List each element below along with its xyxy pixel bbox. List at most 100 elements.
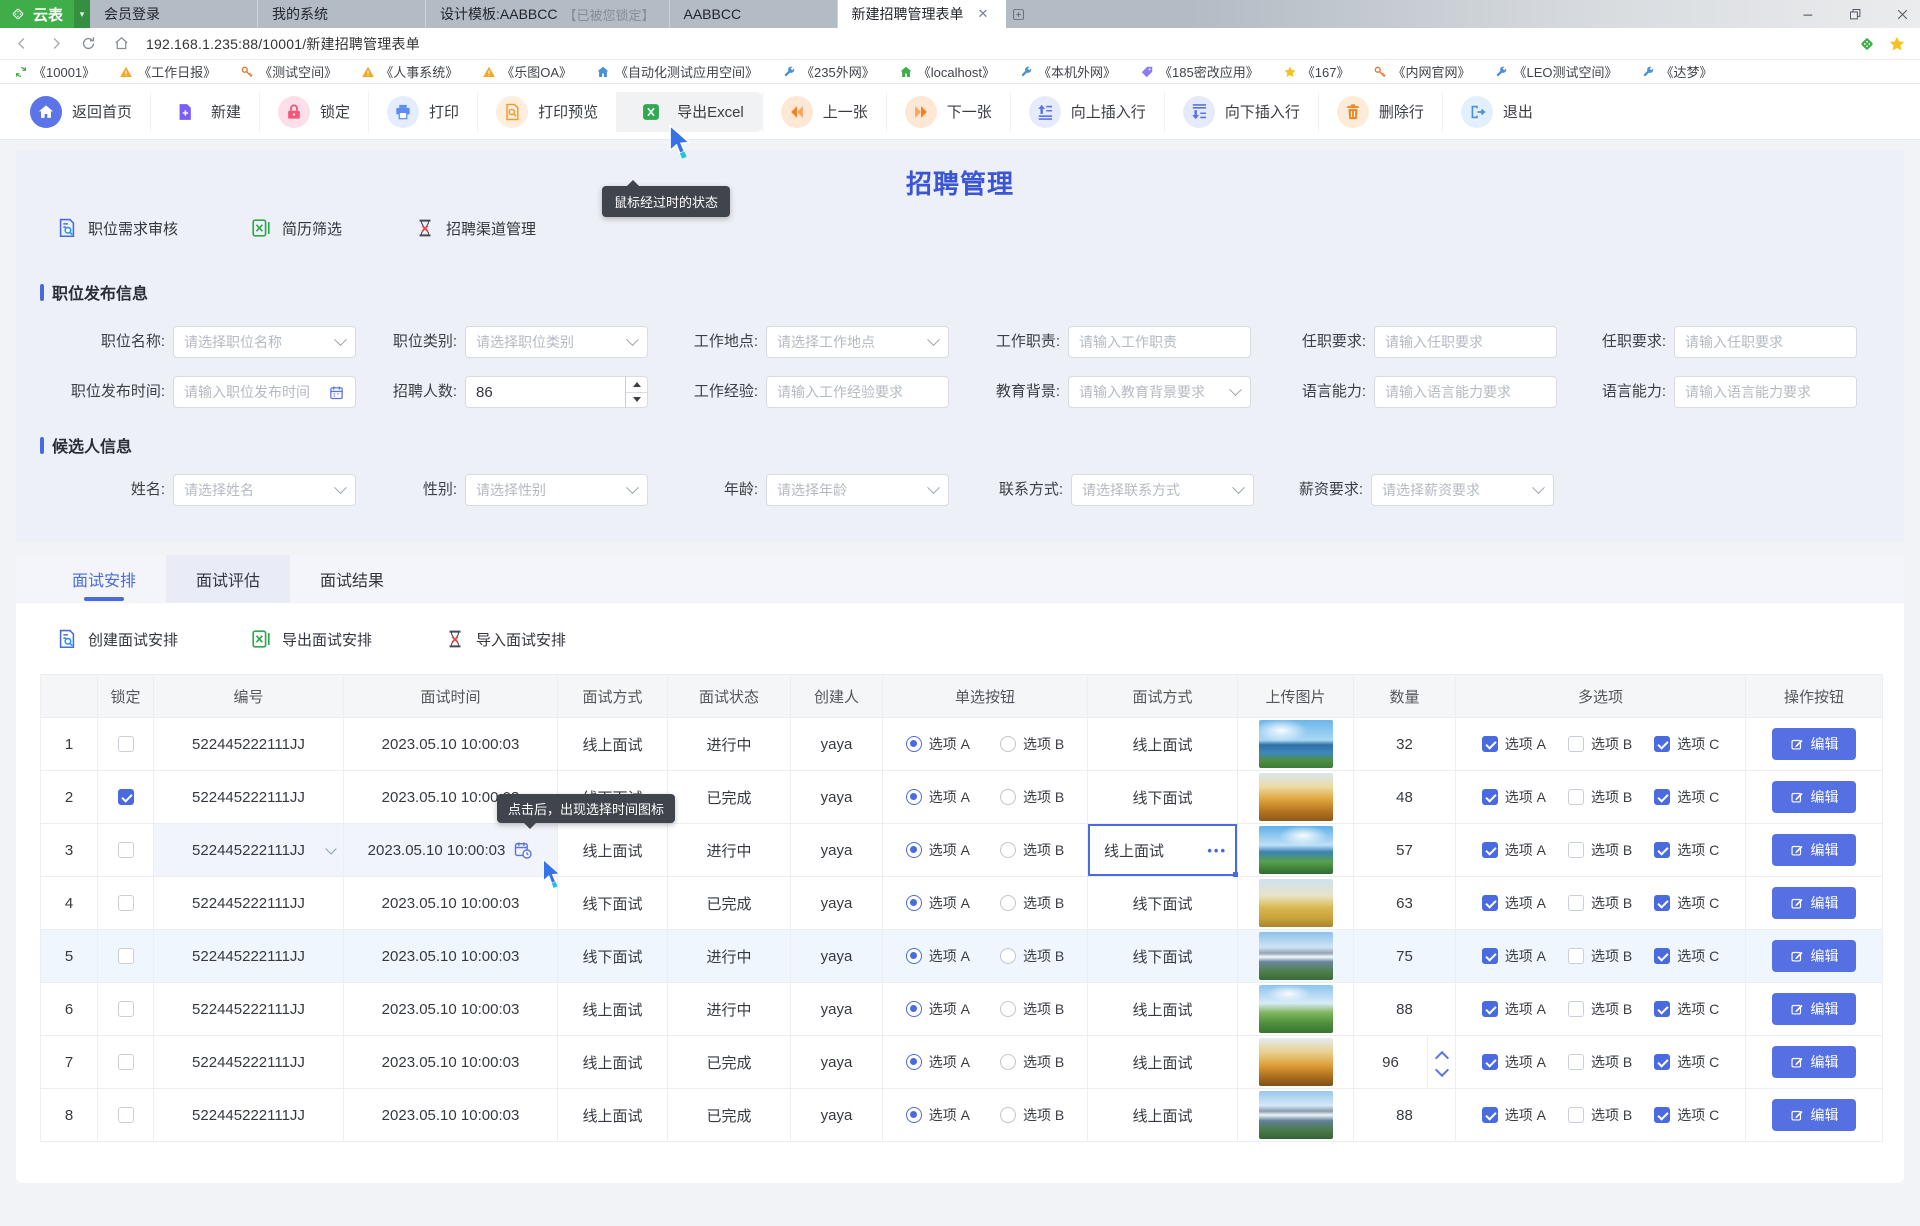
bookmark-item-7[interactable]: 《localhost》: [899, 62, 995, 81]
uploaded-image[interactable]: [1259, 826, 1333, 874]
toolbar-exit-button[interactable]: 退出: [1442, 92, 1551, 132]
checkbox-option-1[interactable]: 选项 B: [1568, 893, 1632, 913]
mode-cell[interactable]: 线上面试: [558, 824, 668, 877]
checkbox-option-1[interactable]: 选项 B: [1568, 734, 1632, 754]
interview-tab-0[interactable]: 面试安排: [42, 555, 166, 603]
checkbox-option-0[interactable]: 选项 A: [1482, 734, 1546, 754]
new-tab-button[interactable]: [1006, 0, 1032, 28]
checkbox-option-0[interactable]: 选项 A: [1482, 1105, 1546, 1125]
radio-option-0[interactable]: 选项 A: [906, 1105, 970, 1125]
checkbox-option-1[interactable]: 选项 B: [1568, 946, 1632, 966]
radio-option-0[interactable]: 选项 A: [906, 946, 970, 966]
toolbar-delete-row-button[interactable]: 删除行: [1318, 92, 1442, 132]
checkbox-option-2[interactable]: 选项 C: [1654, 734, 1719, 754]
code-cell[interactable]: 522445222111JJ: [154, 1036, 344, 1089]
qty-spinner[interactable]: [1427, 1036, 1455, 1088]
restore-icon[interactable]: [1848, 7, 1863, 22]
checkbox-option-2[interactable]: 选项 C: [1654, 840, 1719, 860]
checkbox-option-2[interactable]: 选项 C: [1654, 1105, 1719, 1125]
edit-button[interactable]: 编辑: [1772, 887, 1856, 919]
uploaded-image[interactable]: [1259, 985, 1333, 1033]
qty-cell[interactable]: 63: [1354, 877, 1456, 930]
mode2-cell[interactable]: 线上面试: [1088, 1036, 1238, 1089]
yunbiao-diamond-icon[interactable]: [1858, 35, 1876, 53]
bookmark-item-0[interactable]: 《10001》: [14, 62, 95, 81]
qty-cell[interactable]: 96: [1354, 1036, 1456, 1089]
qty-cell[interactable]: 88: [1354, 983, 1456, 1036]
bookmark-item-12[interactable]: 《LEO测试空间》: [1494, 62, 1617, 81]
radio-option-0[interactable]: 选项 A: [906, 840, 970, 860]
checkbox-option-1[interactable]: 选项 B: [1568, 1105, 1632, 1125]
radio-option-1[interactable]: 选项 B: [1000, 946, 1064, 966]
lock-checkbox[interactable]: [118, 1107, 134, 1123]
uploaded-image[interactable]: [1259, 879, 1333, 927]
bookmark-item-13[interactable]: 《达梦》: [1641, 62, 1712, 81]
mode-cell[interactable]: 线下面试: [558, 877, 668, 930]
uploaded-image[interactable]: [1259, 773, 1333, 821]
radio-option-1[interactable]: 选项 B: [1000, 787, 1064, 807]
back-icon[interactable]: [14, 35, 31, 52]
bookmark-item-3[interactable]: 《人事系统》: [361, 62, 458, 81]
code-cell[interactable]: 522445222111JJ: [154, 1089, 344, 1142]
radio-option-1[interactable]: 选项 B: [1000, 893, 1064, 913]
interview-tab-1[interactable]: 面试评估: [166, 555, 290, 603]
edit-button[interactable]: 编辑: [1772, 781, 1856, 813]
mode2-cell[interactable]: 线下面试: [1088, 771, 1238, 824]
time-cell[interactable]: 2023.05.10 10:00:03: [344, 824, 558, 877]
toolbar-lock-button[interactable]: 锁定: [259, 92, 368, 132]
toolbar-new-doc-button[interactable]: 新建: [150, 92, 259, 132]
uploaded-image[interactable]: [1259, 720, 1333, 768]
favorite-star-icon[interactable]: [1888, 35, 1906, 53]
lock-checkbox[interactable]: [118, 1001, 134, 1017]
image-cell[interactable]: [1238, 930, 1354, 983]
toolbar-insert-row-below-button[interactable]: 向下插入行: [1164, 92, 1318, 132]
close-icon[interactable]: [1895, 7, 1910, 22]
bookmark-item-9[interactable]: 《185密改应用》: [1140, 62, 1259, 81]
logo-dropdown-icon[interactable]: ▾: [74, 0, 90, 28]
checkbox-option-0[interactable]: 选项 A: [1482, 787, 1546, 807]
image-cell[interactable]: [1238, 771, 1354, 824]
toolbar-home-button[interactable]: 返回首页: [12, 92, 150, 132]
action-1[interactable]: 导出面试安排: [250, 628, 372, 650]
code-cell[interactable]: 522445222111JJ: [154, 877, 344, 930]
checkbox-option-0[interactable]: 选项 A: [1482, 946, 1546, 966]
code-cell[interactable]: 522445222111JJ: [154, 824, 344, 877]
edit-button[interactable]: 编辑: [1772, 1099, 1856, 1131]
qty-cell[interactable]: 32: [1354, 718, 1456, 771]
forward-icon[interactable]: [47, 35, 64, 52]
checkbox-option-0[interactable]: 选项 A: [1482, 840, 1546, 860]
mode-cell[interactable]: 线上面试: [558, 983, 668, 1036]
mode2-cell[interactable]: 线上面试: [1088, 983, 1238, 1036]
checkbox-option-2[interactable]: 选项 C: [1654, 999, 1719, 1019]
uploaded-image[interactable]: [1259, 1091, 1333, 1139]
more-options-icon[interactable]: •••: [1207, 843, 1227, 858]
tab-close-icon[interactable]: ✕: [978, 6, 989, 22]
image-cell[interactable]: [1238, 1089, 1354, 1142]
minimize-icon[interactable]: [1801, 7, 1816, 22]
checkbox-option-2[interactable]: 选项 C: [1654, 1052, 1719, 1072]
time-cell[interactable]: 2023.05.10 10:00:03: [344, 877, 558, 930]
browser-tab-2[interactable]: 设计模板:AABBCC【已被您锁定】: [426, 0, 669, 28]
checkbox-option-0[interactable]: 选项 A: [1482, 893, 1546, 913]
chevron-down-icon[interactable]: [325, 843, 336, 854]
radio-option-0[interactable]: 选项 A: [906, 999, 970, 1019]
time-cell[interactable]: 2023.05.10 10:00:03: [344, 983, 558, 1036]
code-cell[interactable]: 522445222111JJ: [154, 718, 344, 771]
mode2-cell[interactable]: 线上面试•••: [1088, 824, 1238, 877]
radio-option-1[interactable]: 选项 B: [1000, 1052, 1064, 1072]
url-text[interactable]: 192.168.1.235:88/10001/新建招聘管理表单: [146, 34, 420, 54]
qty-cell[interactable]: 75: [1354, 930, 1456, 983]
qty-cell[interactable]: 48: [1354, 771, 1456, 824]
lock-checkbox[interactable]: [118, 895, 134, 911]
mode-cell[interactable]: 线上面试: [558, 718, 668, 771]
home-outline-icon[interactable]: [113, 35, 130, 52]
image-cell[interactable]: [1238, 824, 1354, 877]
checkbox-option-2[interactable]: 选项 C: [1654, 946, 1719, 966]
toolbar-prev-button[interactable]: 上一张: [762, 92, 886, 132]
bookmark-item-1[interactable]: 《工作日报》: [119, 62, 216, 81]
edit-button[interactable]: 编辑: [1772, 940, 1856, 972]
toolbar-insert-row-above-button[interactable]: 向上插入行: [1010, 92, 1164, 132]
checkbox-option-2[interactable]: 选项 C: [1654, 787, 1719, 807]
radio-option-1[interactable]: 选项 B: [1000, 734, 1064, 754]
qty-cell[interactable]: 88: [1354, 1089, 1456, 1142]
